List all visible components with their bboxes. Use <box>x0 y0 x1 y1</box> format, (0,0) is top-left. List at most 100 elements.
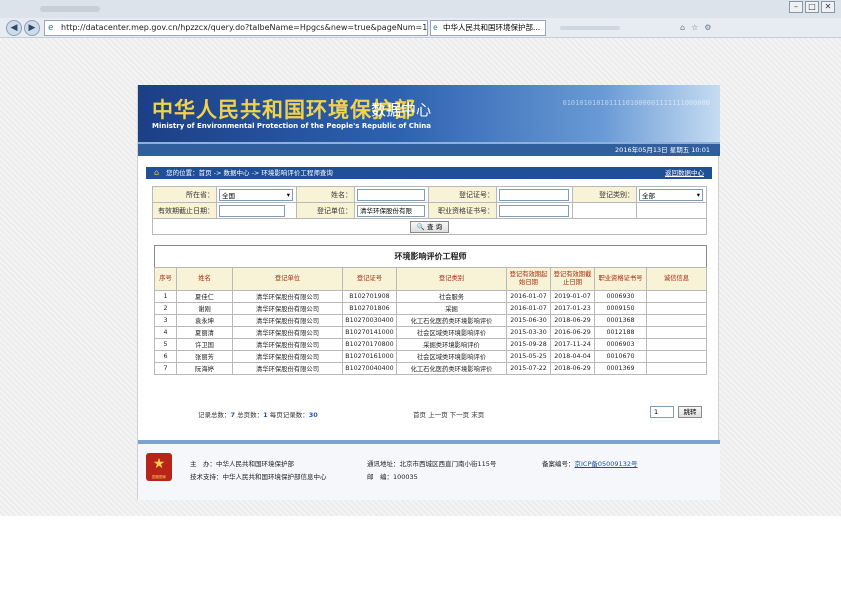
col-header: 登记证号 <box>342 267 397 291</box>
table-cell <box>646 350 707 363</box>
table-cell: 2017-01-23 <box>550 302 595 315</box>
table-cell: 社会服务 <box>396 290 507 303</box>
tab-favicon-icon: e <box>433 23 438 32</box>
table-cell: B10270040400 <box>342 362 397 375</box>
close-icon[interactable]: ✕ <box>821 1 835 13</box>
pager-links[interactable]: 首页 上一页 下一页 末页 <box>413 409 484 419</box>
search-icon: 🔍 <box>416 222 425 231</box>
table-cell: 0001369 <box>594 362 647 375</box>
query-button[interactable]: 🔍 查 询 <box>409 220 450 233</box>
table-row: 6 张丽芳 清华环保股份有限公司 B10270161000 社会区域类环境影响评价 201… <box>154 350 707 363</box>
table-cell: 5 <box>154 338 177 351</box>
table-cell: B10270161000 <box>342 350 397 363</box>
col-header: 登记单位 <box>232 267 343 291</box>
new-tab-placeholder[interactable] <box>560 26 620 30</box>
type-label: 登记类别： <box>572 186 637 203</box>
footer-host: 主 办：中华人民共和国环境保护部 <box>190 460 294 468</box>
titlebar-placeholder <box>40 6 100 12</box>
emblem-text: 国徽图案 <box>152 475 166 479</box>
empty-cell <box>572 202 637 219</box>
total-pages-label: 总页数： <box>235 411 264 419</box>
emblem-logo: ★ 国徽图案 <box>146 453 172 481</box>
table-cell <box>646 290 707 303</box>
table-cell: 清华环保股份有限公司 <box>232 302 343 315</box>
icp-label: 备案编号： <box>542 460 575 468</box>
expiry-input[interactable] <box>219 204 285 217</box>
region-select[interactable]: 全国 ▾ <box>219 188 293 201</box>
table-cell: 谢刚 <box>176 302 233 315</box>
table-cell: 2015-05-25 <box>506 350 551 363</box>
footer-postcode: 邮 编：100035 <box>367 473 418 481</box>
chevron-down-icon: ▾ <box>286 190 290 199</box>
toolbar-icons[interactable]: ⌂☆⚙ <box>680 23 717 32</box>
content-page: 中华人民共和国环境保护部 数据中心 Ministry of Environmen… <box>137 85 720 500</box>
browser-tab[interactable]: e 中华人民共和国环境保护部... <box>430 20 546 36</box>
table-cell: 2016-01-07 <box>506 290 551 303</box>
table-row: 1 夏佳仁 清华环保股份有限公司 B102701908 社会服务 2016-01-07 20… <box>154 290 707 303</box>
table-cell: 许卫国 <box>176 338 233 351</box>
table-cell: 2018-06-29 <box>550 362 595 375</box>
table-row: 2 谢刚 清华环保股份有限公司 B102701806 采掘 2016-01-07 2017-… <box>154 302 707 315</box>
table-cell: 6 <box>154 350 177 363</box>
table-cell: 0006903 <box>594 338 647 351</box>
back-to-datacenter-link[interactable]: 返回数据中心 <box>665 167 704 179</box>
table-row: 3 袁永坤 清华环保股份有限公司 B10270030400 化工石化医药类环境影响评价 2… <box>154 314 707 327</box>
unit-label: 登记单位： <box>296 202 355 219</box>
table-cell: B10270030400 <box>342 314 397 327</box>
table-cell <box>646 362 707 375</box>
table-cell: 2015-06-30 <box>506 314 551 327</box>
table-row: 7 阮海婷 清华环保股份有限公司 B10270040400 化工石化医药类环境影响评价 2… <box>154 362 707 375</box>
license-label: 职业资格证书号： <box>428 202 497 219</box>
table-cell: B102701806 <box>342 302 397 315</box>
name-input[interactable] <box>357 188 425 201</box>
type-value: 全部 <box>642 191 655 200</box>
table-cell: 2015-07-22 <box>506 362 551 375</box>
table-cell: 清华环保股份有限公司 <box>232 362 343 375</box>
table-cell: 化工石化医药类环境影响评价 <box>396 314 507 327</box>
cert-label: 登记证号： <box>428 186 497 203</box>
table-cell: 2015-03-30 <box>506 326 551 339</box>
total-records-label: 记录总数： <box>198 411 231 419</box>
table-cell <box>646 338 707 351</box>
ie-icon: e <box>48 23 54 33</box>
breadcrumb-text[interactable]: 您的位置：首页 -> 数据中心 -> 环境影响评价工程师查询 <box>166 169 333 177</box>
table-row: 4 夏丽清 清华环保股份有限公司 B10270141000 社会区域类环境影响评价 201… <box>154 326 707 339</box>
table-cell: 清华环保股份有限公司 <box>232 350 343 363</box>
minimize-icon[interactable]: – <box>789 1 803 13</box>
window-controls: – □ ✕ <box>789 1 835 13</box>
table-cell: 化工石化医药类环境影响评价 <box>396 362 507 375</box>
results-table: 序号 姓名 登记单位 登记证号 登记类别 登记有效期起始日期 登记有效期截止日期… <box>154 267 707 375</box>
cert-input[interactable] <box>499 188 569 201</box>
region-label: 所在省： <box>152 186 217 203</box>
forward-icon[interactable]: ▶ <box>24 20 40 36</box>
table-cell: 0012188 <box>594 326 647 339</box>
unit-input[interactable]: 清华环保股份有限 <box>357 204 425 217</box>
go-button[interactable]: 跳转 <box>678 406 702 418</box>
back-icon[interactable]: ◀ <box>6 20 22 36</box>
table-cell: 2016-06-29 <box>550 326 595 339</box>
table-cell: 采掘类环境影响评价 <box>396 338 507 351</box>
region-value: 全国 <box>222 191 235 200</box>
table-cell: B102701908 <box>342 290 397 303</box>
per-page-label: 每页记录数： <box>267 411 309 419</box>
type-select[interactable]: 全部 ▾ <box>639 188 703 201</box>
query-row: 🔍 查 询 <box>152 218 707 235</box>
icp-link[interactable]: 京ICP备05009132号 <box>575 460 638 468</box>
license-input[interactable] <box>499 204 569 217</box>
table-cell: 夏丽清 <box>176 326 233 339</box>
page-number-input[interactable]: 1 <box>650 406 674 418</box>
table-cell: 7 <box>154 362 177 375</box>
table-cell: 夏佳仁 <box>176 290 233 303</box>
table-cell: 阮海婷 <box>176 362 233 375</box>
col-header: 序号 <box>154 267 177 291</box>
table-cell: 社会区域类环境影响评价 <box>396 326 507 339</box>
maximize-icon[interactable]: □ <box>805 1 819 13</box>
pager-summary: 记录总数：7 总页数：1 每页记录数：30 <box>198 409 318 419</box>
address-row: ◀ ▶ e http://datacenter.mep.gov.cn/hpzzc… <box>0 18 841 38</box>
col-header: 姓名 <box>176 267 233 291</box>
address-bar[interactable]: e http://datacenter.mep.gov.cn/hpzzcx/qu… <box>44 20 428 36</box>
site-subtitle: 数据中心 <box>371 101 432 119</box>
table-cell: 4 <box>154 326 177 339</box>
col-header: 诚信信息 <box>646 267 707 291</box>
browser-titlebar: – □ ✕ <box>0 0 841 18</box>
